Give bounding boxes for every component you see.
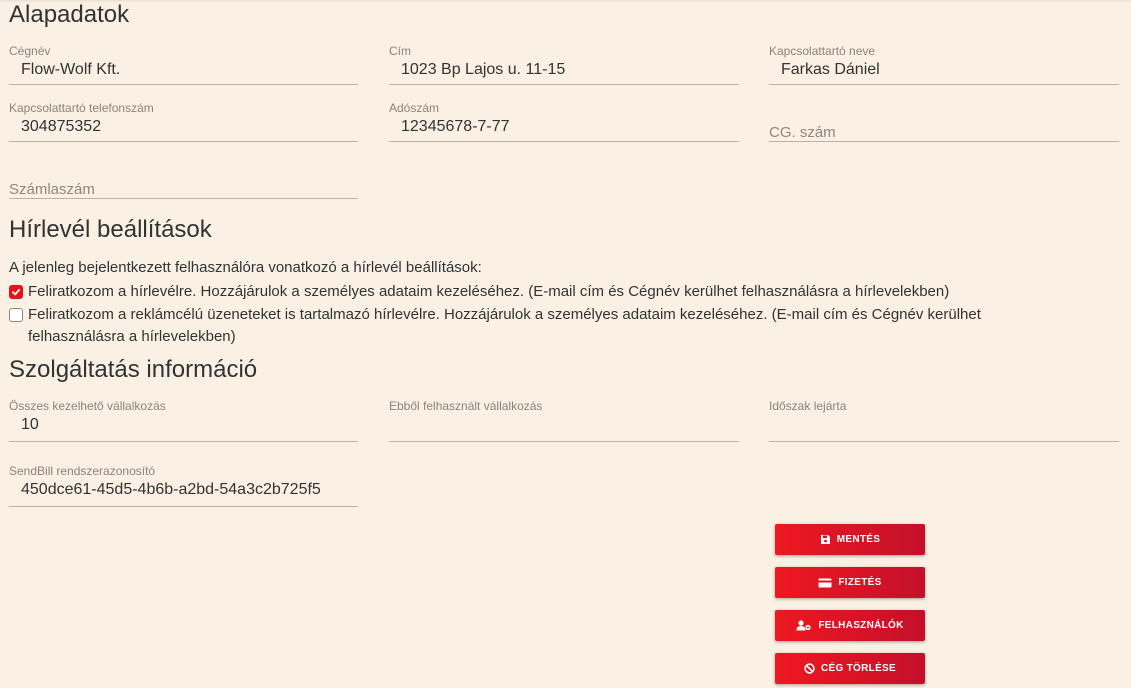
- address-label: Cím: [389, 44, 411, 58]
- save-button[interactable]: MENTÉS: [775, 524, 925, 555]
- contact-phone-label: Kapcsolattartó telefonszám: [9, 101, 154, 115]
- credit-card-icon: [818, 578, 832, 587]
- total-companies-field[interactable]: Összes kezelhető vállalkozás 10: [9, 399, 358, 442]
- floppy-disk-icon: [820, 535, 830, 544]
- tax-number-field[interactable]: Adószám 12345678-7-77: [389, 101, 739, 142]
- newsletter-option-1[interactable]: Feliratkozom a hírlevélre. Hozzájárulok …: [9, 281, 1119, 303]
- company-name-field[interactable]: Cégnév Flow-Wolf Kft.: [9, 44, 358, 85]
- top-shadow: [0, 0, 1131, 3]
- company-name-label: Cégnév: [9, 44, 51, 58]
- address-value: 1023 Bp Lajos u. 11-15: [401, 61, 566, 78]
- newsletter-option-1-checkbox[interactable]: [9, 285, 23, 299]
- newsletter-intro: A jelenleg bejelentkezett felhasználóra …: [9, 259, 482, 276]
- ban-icon: [804, 663, 815, 674]
- sendbill-id-value: 450dce61-45d5-4b6b-a2bd-54a3c2b725f5: [21, 481, 321, 498]
- newsletter-option-2[interactable]: Feliratkozom a reklámcélú üzeneteket is …: [9, 304, 1119, 348]
- total-companies-value: 10: [21, 416, 39, 433]
- newsletter-option-2-checkbox[interactable]: [9, 308, 23, 322]
- period-expiry-label: Időszak lejárta: [769, 399, 847, 413]
- payment-button-label: FIZETÉS: [838, 577, 882, 588]
- sendbill-id-field[interactable]: SendBill rendszerazonosító 450dce61-45d5…: [9, 464, 358, 507]
- used-companies-label: Ebből felhasznált vállalkozás: [389, 399, 543, 413]
- period-expiry-field[interactable]: Időszak lejárta: [769, 399, 1119, 442]
- total-companies-label: Összes kezelhető vállalkozás: [9, 399, 166, 413]
- payment-button[interactable]: FIZETÉS: [775, 567, 925, 598]
- user-gear-icon: [796, 620, 811, 631]
- newsletter-option-2-text-line1: Feliratkozom a reklámcélú üzeneteket is …: [28, 306, 981, 323]
- section-title-basic: Alapadatok: [9, 1, 130, 28]
- delete-company-button[interactable]: CÉG TÖRLÉSE: [775, 653, 925, 684]
- sendbill-id-label: SendBill rendszerazonosító: [9, 464, 156, 478]
- cg-number-field[interactable]: CG. szám: [769, 101, 1119, 142]
- account-number-field[interactable]: Számlaszám: [9, 158, 358, 199]
- address-field[interactable]: Cím 1023 Bp Lajos u. 11-15: [389, 44, 739, 85]
- section-title-service: Szolgáltatás információ: [9, 356, 258, 383]
- delete-company-button-label: CÉG TÖRLÉSE: [821, 663, 896, 674]
- used-companies-field[interactable]: Ebből felhasznált vállalkozás: [389, 399, 739, 442]
- newsletter-option-2-text-line2: felhasználásra a hírlevelekben): [28, 328, 236, 345]
- contact-phone-field[interactable]: Kapcsolattartó telefonszám 304875352: [9, 101, 358, 142]
- users-button[interactable]: FELHASZNÁLÓK: [775, 610, 925, 641]
- cg-number-placeholder: CG. szám: [769, 124, 836, 141]
- company-name-value: Flow-Wolf Kft.: [21, 61, 121, 78]
- save-button-label: MENTÉS: [836, 534, 881, 545]
- check-icon: [12, 288, 21, 296]
- account-number-placeholder: Számlaszám: [9, 181, 95, 198]
- contact-name-field[interactable]: Kapcsolattartó neve Farkas Dániel: [769, 44, 1119, 85]
- contact-name-value: Farkas Dániel: [781, 61, 880, 78]
- tax-number-label: Adószám: [389, 101, 440, 115]
- tax-number-value: 12345678-7-77: [401, 118, 510, 135]
- section-title-newsletter: Hírlevél beállítások: [9, 216, 212, 243]
- contact-phone-value: 304875352: [21, 118, 102, 135]
- users-button-label: FELHASZNÁLÓK: [818, 620, 904, 631]
- contact-name-label: Kapcsolattartó neve: [769, 44, 876, 58]
- newsletter-option-1-text: Feliratkozom a hírlevélre. Hozzájárulok …: [28, 283, 950, 300]
